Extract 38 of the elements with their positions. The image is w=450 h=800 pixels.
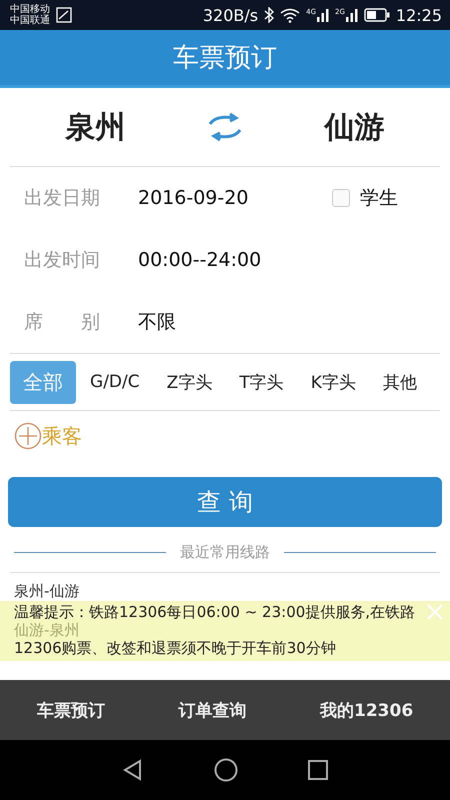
- train-type-tab[interactable]: Z字头: [154, 362, 226, 402]
- field-value[interactable]: 不限: [138, 309, 176, 335]
- signal-icon: [346, 8, 358, 22]
- back-icon[interactable]: [122, 759, 144, 781]
- notice-text: 温馨提示：铁路12306每日06:00 ~ 23:00提供服务,在铁路: [14, 604, 416, 620]
- recent-route[interactable]: 泉州-仙游: [14, 582, 80, 600]
- arrival-city[interactable]: 仙游: [294, 106, 415, 148]
- field-label: 席 别: [24, 310, 101, 335]
- student-checkbox[interactable]: [332, 189, 350, 207]
- train-type-tab[interactable]: 其他: [370, 362, 430, 402]
- field-label: 出发时间: [24, 248, 101, 273]
- bottom-tab[interactable]: 我的12306: [314, 698, 420, 722]
- search-button[interactable]: 查 询: [8, 477, 442, 527]
- battery-icon: [364, 8, 390, 22]
- signal-icon: [317, 8, 329, 22]
- bluetooth-icon: [264, 7, 274, 23]
- carrier-name: 中国移动: [10, 4, 50, 15]
- carrier-name: 中国联通: [10, 15, 50, 26]
- train-type-tab[interactable]: G/D/C: [77, 364, 153, 400]
- section-title: 最近常用线路: [180, 543, 270, 562]
- image-icon: [56, 7, 72, 23]
- plus-circle-icon: [14, 422, 42, 450]
- page-title: 车票预订: [173, 42, 277, 75]
- bottom-tab[interactable]: 车票预订: [30, 698, 111, 722]
- clock: 12:25: [396, 6, 442, 24]
- field-value[interactable]: 00:00--24:00: [138, 249, 262, 271]
- wifi-icon: [280, 8, 300, 22]
- bottom-tab[interactable]: 订单查询: [172, 698, 252, 722]
- checkbox-label: 学生: [360, 186, 398, 211]
- train-type-tab[interactable]: K字头: [298, 362, 369, 402]
- field-label: 出发日期: [24, 186, 101, 211]
- notice-text: 12306购票、改签和退票须不晚于开车前30分钟: [14, 640, 337, 656]
- departure-city[interactable]: 泉州: [35, 106, 156, 148]
- recent-apps-icon[interactable]: [308, 760, 328, 780]
- home-icon[interactable]: [214, 758, 238, 782]
- field-value[interactable]: 2016-09-20: [138, 187, 248, 209]
- train-type-tab[interactable]: T字头: [226, 362, 297, 402]
- network-speed: 320B/s: [202, 6, 258, 24]
